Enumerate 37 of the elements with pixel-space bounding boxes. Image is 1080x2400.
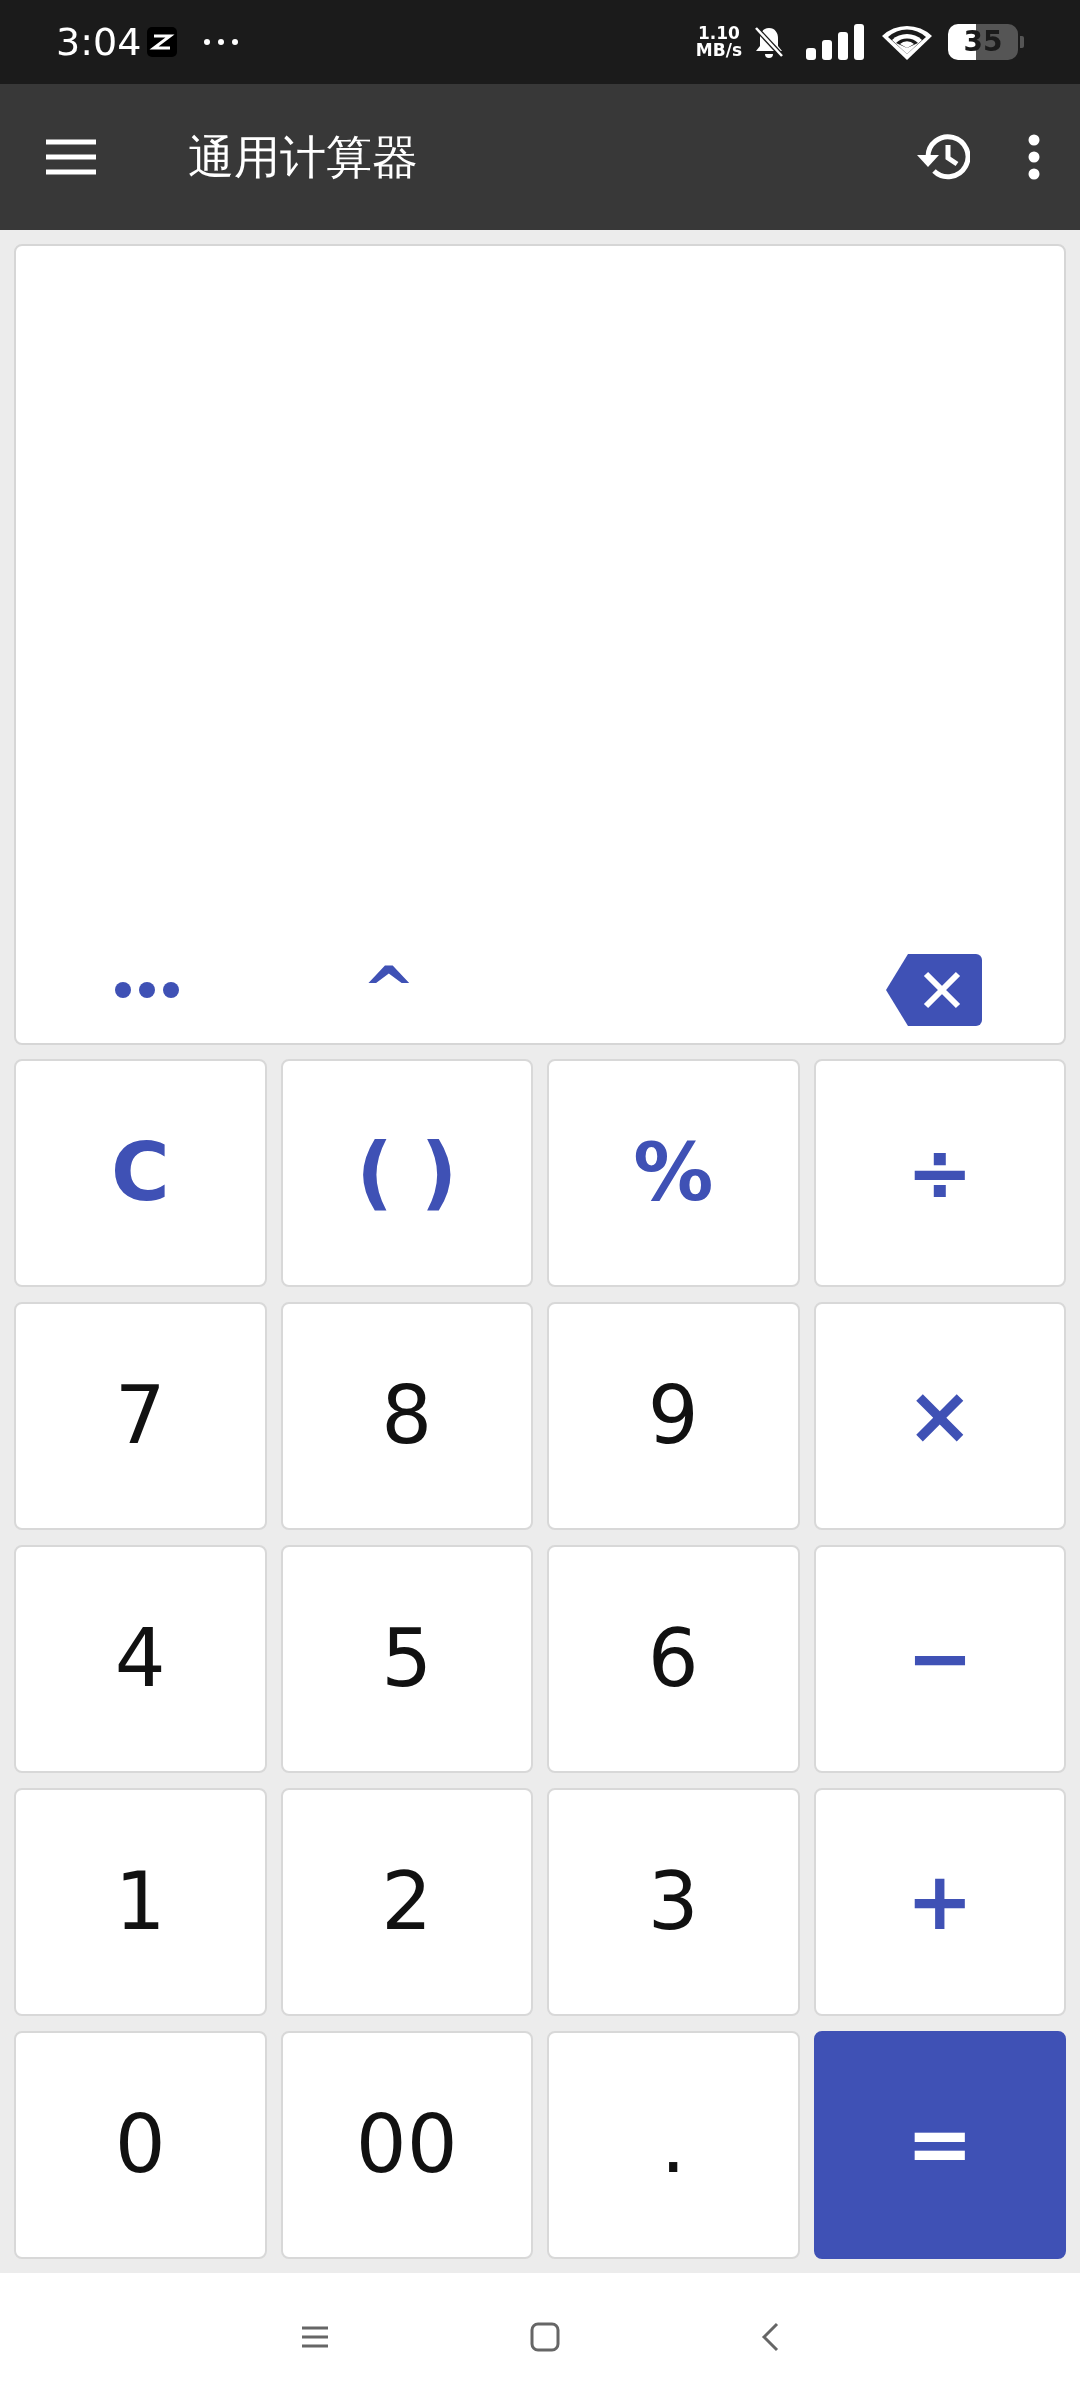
more-options-icon[interactable] [1028,134,1040,180]
digit-key[interactable]: 2 [280,1788,533,2016]
signal-icon [806,24,864,60]
digit-key[interactable]: 9 [547,1302,800,1530]
digit-key[interactable]: 00 [280,2031,533,2259]
digit-key[interactable]: 8 [280,1302,533,1530]
function-key[interactable]: ( ) [280,1059,533,1287]
digit-key[interactable]: 5 [280,1545,533,1773]
digit-key[interactable]: 3 [547,1788,800,2016]
operator-key[interactable]: − [813,1545,1066,1773]
menu-icon[interactable] [300,2324,330,2349]
network-speed-unit: MB/s [695,42,742,59]
home-icon[interactable] [530,2321,560,2352]
more-notifications-icon [203,38,240,46]
more-functions-icon[interactable] [114,981,180,999]
back-icon[interactable] [760,2321,780,2352]
function-key[interactable]: C [14,1059,267,1287]
operator-key[interactable]: + [813,1788,1066,2016]
clock: 3:04 [56,18,142,66]
digit-key[interactable]: 0 [14,2031,267,2259]
equals-key[interactable]: = [813,2031,1066,2259]
function-key[interactable]: % [547,1059,800,1287]
menu-icon[interactable] [46,139,96,175]
app-notification-icon [147,27,178,57]
power-key[interactable]: ^ [362,958,416,1022]
digit-key[interactable]: 4 [14,1545,267,1773]
digit-key[interactable]: 7 [14,1302,267,1530]
wifi-icon [882,24,932,60]
muted-bell-icon [752,24,786,60]
digit-key[interactable]: . [547,2031,800,2259]
operator-key[interactable]: × [813,1302,1066,1530]
network-speed: 1.10 [697,25,740,42]
operator-key[interactable]: ÷ [813,1059,1066,1287]
digit-key[interactable]: 6 [547,1545,800,1773]
app-title: 通用计算器 [188,128,418,186]
backspace-icon[interactable] [886,954,982,1026]
digit-key[interactable]: 1 [14,1788,267,2016]
